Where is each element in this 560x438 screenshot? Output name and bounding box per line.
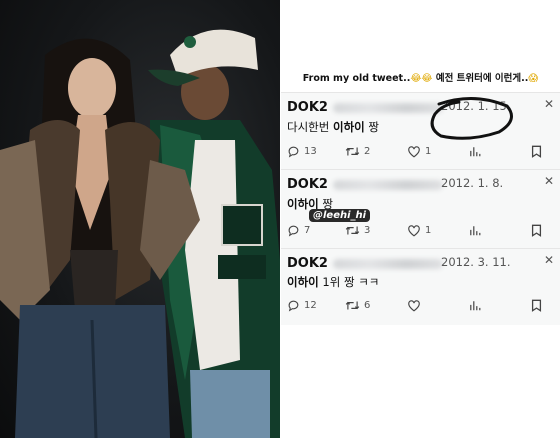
tweet-text-tail: 짱 (364, 120, 379, 134)
caption-emoji: 😂😂 (410, 73, 433, 84)
tweet-card[interactable]: DOK2 2012. 3. 11. ✕ 이하이 1위 짱 ㅋㅋ 12 6 (281, 248, 560, 325)
tweet-actions: 13 2 1 (281, 143, 560, 159)
reply-button[interactable]: 7 (287, 222, 310, 238)
caption-text: From my old tweet..😂😂 예전 트위터에 이런게..😱 (281, 70, 560, 84)
caption-korean: 예전 트위터에 이런게.. (435, 73, 529, 84)
tweet-author[interactable]: DOK2 (287, 100, 328, 115)
views-icon (470, 300, 481, 310)
heart-icon (408, 145, 420, 157)
retweet-button[interactable]: 2 (345, 143, 370, 159)
more-icon[interactable]: ✕ (544, 253, 554, 267)
views-icon (470, 225, 481, 235)
reply-icon (288, 300, 299, 312)
reply-count: 12 (304, 299, 317, 311)
tweet-screenshot-panel: From my old tweet..😂😂 예전 트위터에 이런게..😱 DOK… (281, 0, 560, 438)
tweet-actions: 7 3 1 (281, 222, 560, 238)
reply-count: 7 (304, 224, 311, 236)
photo-panel (0, 0, 280, 438)
more-icon[interactable]: ✕ (544, 97, 554, 111)
tweet-date[interactable]: 2012. 3. 11. (441, 255, 511, 269)
tweet-text-plain: 다시한번 (287, 120, 333, 134)
mention-sticker[interactable]: @leehi_hi (309, 209, 371, 222)
like-count: 1 (425, 145, 432, 157)
tweet-text: 다시한번 이하이 짱 (287, 119, 379, 135)
like-button[interactable]: 1 (407, 222, 431, 238)
like-button[interactable]: 1 (407, 143, 431, 159)
retweet-icon (345, 225, 360, 235)
caption-english: From my old tweet.. (302, 73, 411, 84)
retweet-button[interactable]: 6 (345, 297, 370, 313)
like-count: 1 (425, 224, 432, 236)
more-icon[interactable]: ✕ (544, 174, 554, 188)
caption-area: From my old tweet..😂😂 예전 트위터에 이런게..😱 (281, 0, 560, 92)
views-icon (470, 146, 481, 156)
couple-photo (0, 29, 280, 438)
views-button[interactable] (469, 143, 481, 159)
views-button[interactable] (469, 222, 481, 238)
tweet-date[interactable]: 2012. 1. 8. (441, 176, 503, 190)
tweet-text-bold: 이하이 (332, 120, 365, 134)
retweet-count: 6 (364, 299, 371, 311)
reply-button[interactable]: 12 (287, 297, 317, 313)
blurred-handle (333, 180, 443, 190)
tweet-card[interactable]: DOK2 2012. 1. 8. ✕ 이하이 짱 @leehi_hi 7 3 1 (281, 169, 560, 248)
bookmark-button[interactable] (531, 143, 542, 159)
heart-icon (408, 224, 420, 236)
retweet-count: 2 (364, 145, 371, 157)
tweet-actions: 12 6 (281, 297, 560, 313)
reply-icon (288, 146, 299, 158)
reply-count: 13 (304, 145, 317, 157)
hand-drawn-circle (430, 96, 513, 140)
bookmark-button[interactable] (531, 222, 542, 238)
caption-emoji-end: 😱 (528, 73, 539, 84)
retweet-icon (345, 146, 360, 156)
tweet-author[interactable]: DOK2 (287, 177, 328, 192)
bookmark-button[interactable] (531, 297, 542, 313)
tweet-text-tail: 1위 짱 ㅋㅋ (318, 275, 380, 289)
like-button[interactable] (407, 297, 425, 313)
bookmark-icon (531, 145, 542, 158)
reply-icon (288, 225, 299, 237)
bookmark-icon (531, 224, 542, 237)
woman-figure (0, 38, 200, 438)
retweet-icon (345, 300, 360, 310)
reply-button[interactable]: 13 (287, 143, 317, 159)
retweet-button[interactable]: 3 (345, 222, 370, 238)
tweet-text-bold: 이하이 (287, 275, 319, 289)
tweet-text: 이하이 1위 짱 ㅋㅋ (287, 274, 379, 290)
retweet-count: 3 (364, 224, 371, 236)
bookmark-icon (531, 299, 542, 312)
heart-icon (408, 299, 420, 311)
blurred-handle (333, 259, 443, 269)
tweet-author[interactable]: DOK2 (287, 256, 328, 271)
views-button[interactable] (469, 297, 481, 313)
